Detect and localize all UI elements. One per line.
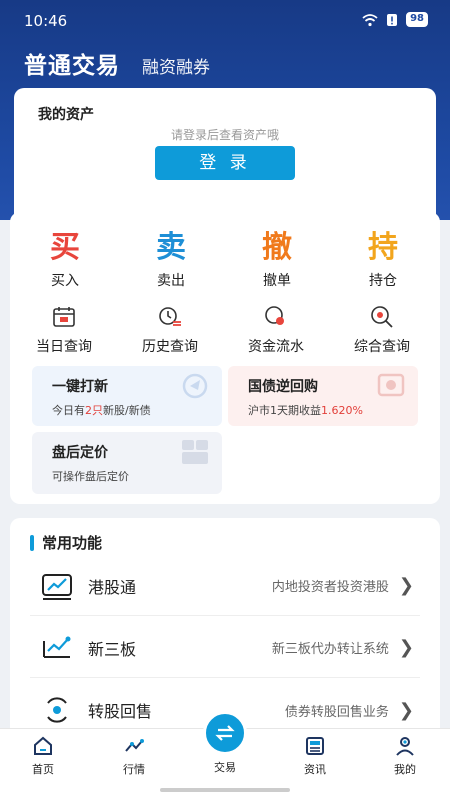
history-query[interactable]: 历史查询 [120, 304, 220, 356]
common-functions-title: 常用功能 [42, 534, 103, 552]
function-desc: 新三板代办转让系统 [271, 642, 389, 657]
nav-home-label: 首页 [32, 763, 54, 776]
function-name: 港股通 [88, 577, 137, 597]
cycle-icon [47, 697, 67, 723]
comprehensive-query-label: 综合查询 [354, 339, 410, 355]
wifi-icon [362, 13, 378, 26]
tab-normal-trade[interactable]: 普通交易 [24, 46, 120, 80]
money-search-icon [265, 306, 284, 325]
nav-trade-label: 交易 [214, 761, 236, 774]
login-button[interactable]: 登 录 [155, 146, 295, 180]
sell-action[interactable]: 卖 卖出 [126, 230, 216, 290]
nav-news[interactable]: 资讯 [280, 735, 350, 777]
section-accent-bar [30, 534, 34, 551]
buy-action[interactable]: 买 买入 [20, 230, 110, 290]
common-functions-section: 常用功能 港股通 内地投资者投资港股 ❯ 新三板 新三板代办转让系统 ❯ 转股回… [10, 518, 440, 732]
position-icon: 持 [368, 230, 398, 265]
asset-title: 我的资产 [38, 107, 94, 123]
comprehensive-query[interactable]: 综合查询 [332, 304, 432, 356]
ipo-subtitle: 今日有2只新股/新债 [52, 404, 151, 417]
asset-login-hint: 请登录后查看资产哦 [170, 128, 279, 142]
common-functions-header: 常用功能 [30, 532, 102, 553]
market-icon [125, 739, 144, 752]
cancel-order-action[interactable]: 撤 撤单 [232, 230, 322, 290]
nav-trade[interactable] [203, 711, 247, 755]
nav-market-label: 行情 [123, 763, 145, 776]
chart-up-icon [42, 573, 72, 600]
magnifier-icon [371, 306, 393, 328]
repo-subtitle: 沪市1天期收益1.620% [248, 404, 363, 417]
chevron-right-icon: ❯ [398, 699, 414, 721]
rocket-icon [182, 373, 208, 399]
position-label: 持仓 [369, 273, 397, 289]
calendar-icon [53, 307, 75, 327]
trade-panel: 买 买入 卖 卖出 撤 撤单 持 持仓 当日查询 历史查询 资金流水 综合查询 … [10, 212, 440, 504]
nav-news-label: 资讯 [304, 763, 326, 776]
function-desc: 债券转股回售业务 [284, 704, 389, 720]
status-time: 10:46 [24, 12, 68, 30]
buy-label: 买入 [51, 273, 79, 289]
sell-label: 卖出 [157, 273, 185, 289]
news-icon [306, 737, 324, 755]
status-bar: 10:46 98 [0, 0, 450, 40]
nav-mine-label: 我的 [394, 763, 416, 776]
fund-flow-query[interactable]: 资金流水 [226, 304, 326, 356]
bond-icon [377, 373, 405, 397]
asset-card: 我的资产 请登录后查看资产哦 登 录 [14, 88, 436, 214]
chevron-right-icon: ❯ [398, 575, 414, 596]
after-hours-card[interactable]: 盘后定价 可操作盘后定价 [32, 432, 222, 494]
battery-indicator: 98 [406, 12, 428, 27]
nav-home[interactable]: 首页 [8, 735, 78, 777]
cancel-order-icon: 撤 [262, 230, 292, 265]
after-hours-subtitle: 可操作盘后定价 [52, 470, 129, 483]
position-action[interactable]: 持 持仓 [338, 230, 428, 290]
function-name: 新三板 [88, 639, 137, 659]
cancel-order-label: 撤单 [263, 273, 291, 289]
function-desc: 内地投资者投资港股 [271, 580, 389, 595]
chevron-right-icon: ❯ [398, 637, 414, 658]
tab-margin-trade[interactable]: 融资融券 [142, 53, 210, 80]
alert-icon [387, 13, 398, 26]
history-query-label: 历史查询 [142, 339, 198, 355]
fund-flow-label: 资金流水 [248, 339, 304, 355]
exchange-icon [215, 725, 235, 741]
trend-icon [43, 636, 71, 658]
today-query-label: 当日查询 [36, 339, 92, 355]
sell-icon: 卖 [156, 230, 186, 265]
nav-market[interactable]: 行情 [99, 735, 169, 777]
repo-card[interactable]: 国债逆回购 沪市1天期收益1.620% [228, 366, 418, 426]
function-row-hk-connect[interactable]: 港股通 内地投资者投资港股 ❯ [30, 556, 420, 616]
today-query[interactable]: 当日查询 [14, 304, 114, 356]
function-name: 转股回售 [88, 702, 153, 721]
user-icon [396, 737, 414, 756]
buy-icon: 买 [50, 230, 80, 265]
home-icon [34, 736, 52, 755]
price-tag-icon [182, 440, 208, 464]
trade-mode-tabs: 普通交易 融资融券 [24, 46, 210, 80]
ipo-card[interactable]: 一键打新 今日有2只新股/新债 [32, 366, 222, 426]
status-icons: 98 [362, 12, 428, 27]
function-row-neeq[interactable]: 新三板 新三板代办转让系统 ❯ [30, 618, 420, 678]
home-indicator [160, 788, 290, 792]
nav-mine[interactable]: 我的 [370, 735, 440, 777]
clock-list-icon [159, 307, 181, 326]
